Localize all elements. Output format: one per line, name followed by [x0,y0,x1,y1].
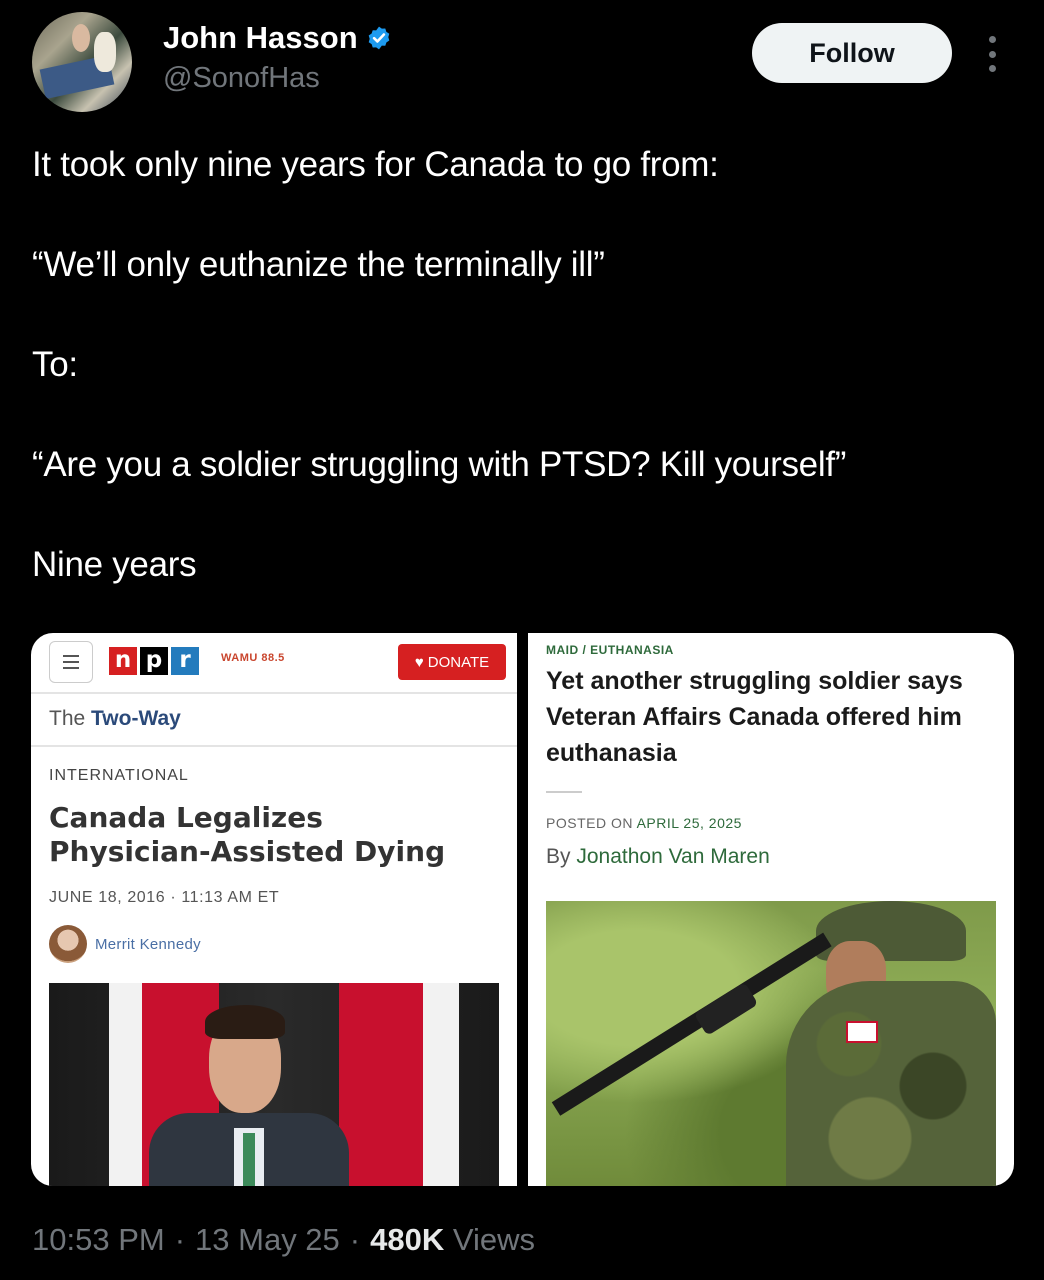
posted-date: APRIL 25, 2025 [636,815,742,831]
heart-icon: ♥ [414,653,424,671]
display-name-row[interactable]: John Hasson [163,20,392,56]
author-name: Merrit Kennedy [95,935,201,953]
divider [546,791,582,793]
views-label: Views [452,1222,535,1257]
media-image-article[interactable]: MAID / EUTHANASIA Yet another struggling… [528,633,1014,1186]
donate-button: ♥ DONATE [398,644,506,680]
donate-label: DONATE [427,653,490,671]
hamburger-menu-icon [49,641,93,683]
avatar[interactable] [32,12,132,112]
station-logo: WAMU 88.5 [221,652,285,664]
more-options-icon[interactable] [982,36,1002,72]
views-count-group[interactable]: 480K Views [370,1222,535,1258]
divider [31,745,517,747]
section-prefix: The [49,707,86,730]
separator: · [349,1222,361,1257]
article-kicker: INTERNATIONAL [49,767,189,784]
article-photo [546,901,996,1186]
follow-button[interactable]: Follow [752,23,952,83]
tweet-text: It took only nine years for Canada to go… [32,140,1022,590]
separator: · [174,1222,186,1257]
verified-badge-icon [368,26,389,50]
npr-logo-letter: n [109,647,137,675]
tweet-meta: 10:53 PM · 13 May 25 · 480K Views [32,1222,535,1258]
section-title: The Two-Way [49,707,181,731]
divider [31,692,517,694]
tweet-line: It took only nine years for Canada to go… [32,145,719,184]
section-name: Two-Way [91,707,181,730]
article-headline: Canada Legalizes Physician-Assisted Dyin… [49,801,446,868]
npr-logo: n p r [109,647,199,675]
posted-prefix: POSTED ON [546,815,633,831]
article-kicker: MAID / EUTHANASIA [546,643,674,657]
tweet-media[interactable]: n p r WAMU 88.5 ♥ DONATE The Two-Way INT… [31,633,1014,1186]
tweet-line: “Are you a soldier struggling with PTSD?… [32,445,847,484]
article-headline: Yet another struggling soldier says Vete… [546,667,963,767]
article-author: Merrit Kennedy [49,925,201,963]
tweet-line: “We’ll only euthanize the terminally ill… [32,245,605,284]
user-handle[interactable]: @SonofHas [163,62,320,95]
tweet-line: To: [32,345,78,384]
article-photo [49,983,499,1186]
display-name[interactable]: John Hasson [163,20,358,56]
author-avatar [49,925,87,963]
article-date: JUNE 18, 2016 · 11:13 AM ET [49,889,280,906]
npr-logo-letter: r [171,647,199,675]
tweet-line: Nine years [32,545,197,584]
tweet-time[interactable]: 10:53 PM [32,1222,165,1258]
article-posted-date: POSTED ON APRIL 25, 2025 [546,815,742,831]
views-count: 480K [370,1222,445,1257]
media-image-npr[interactable]: n p r WAMU 88.5 ♥ DONATE The Two-Way INT… [31,633,517,1186]
article-byline: By Jonathon Van Maren [546,845,770,869]
npr-logo-letter: p [140,647,168,675]
by-prefix: By [546,845,571,868]
author-name: Jonathon Van Maren [576,845,770,868]
tweet-date[interactable]: 13 May 25 [195,1222,340,1258]
